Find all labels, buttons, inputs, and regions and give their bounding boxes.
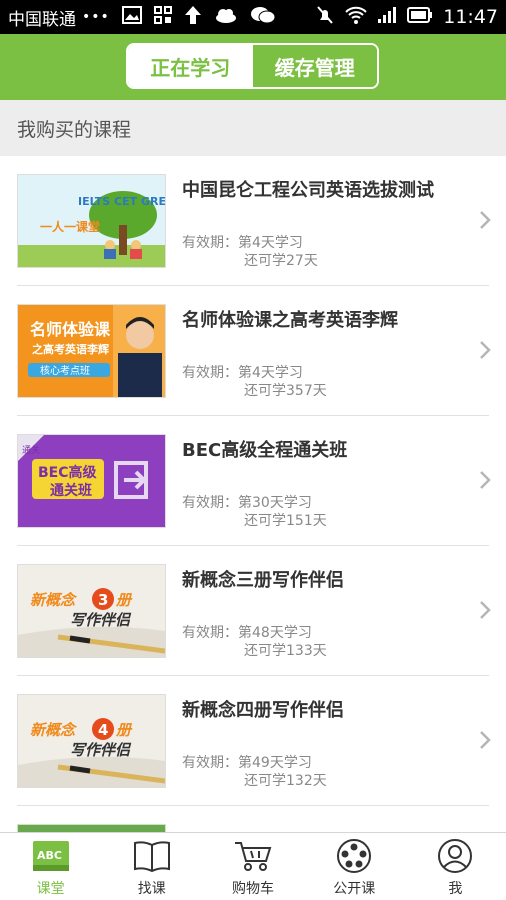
thumb-line1b: 册 [116, 591, 133, 609]
mute-icon [315, 5, 335, 30]
nav-label: 我 [448, 881, 463, 897]
course-thumbnail: 名师体验课 之高考英语李辉 核心考点班 [17, 304, 166, 398]
bottom-nav: ABC 课堂 找课 购物车 公开课 我 [0, 832, 506, 900]
course-thumbnail: 新概念 4 册 写作伴侣 [17, 694, 166, 788]
course-title: 新概念三册写作伴侣 [182, 570, 344, 591]
course-remaining: 还可学151天 [244, 513, 327, 529]
course-list: IELTS CET GRE 一人一课堂 中国昆仑工程公司英语选拔测试 有效期：第… [0, 156, 506, 832]
abc-icon-text: ABC [37, 849, 62, 862]
image-icon [121, 5, 142, 29]
tab-learning[interactable]: 正在学习 [128, 45, 253, 87]
chevron-right-icon [478, 598, 492, 622]
app-header: 正在学习 缓存管理 [0, 34, 506, 100]
open-book-icon [132, 838, 172, 874]
course-remaining: 还可学132天 [244, 773, 327, 789]
thumb-line1b: 册 [116, 721, 133, 739]
thumb-line1a: 新概念 [30, 591, 78, 609]
course-remaining: 还可学27天 [244, 253, 318, 269]
course-item-partial[interactable] [0, 806, 506, 832]
course-valid: 有效期：第48天学习 [182, 625, 312, 641]
course-valid: 有效期：第30天学习 [182, 495, 312, 511]
wechat-icon [250, 5, 276, 30]
person-icon [435, 838, 475, 874]
signal-bars-icon [377, 6, 397, 29]
course-remaining: 还可学357天 [244, 383, 327, 399]
thumb-words: IELTS CET GRE [78, 195, 165, 208]
thumb-line1: BEC高级 [38, 464, 98, 481]
course-remaining: 还可学133天 [244, 643, 327, 659]
signal-dots: ••• [82, 9, 110, 25]
thumb-num: 3 [98, 591, 108, 609]
course-thumbnail: 新概念 3 册 写作伴侣 [17, 564, 166, 658]
course-item[interactable]: IELTS CET GRE 一人一课堂 中国昆仑工程公司英语选拔测试 有效期：第… [0, 156, 506, 286]
thumb-line1: 名师体验课 [30, 320, 111, 339]
tab-cache-management[interactable]: 缓存管理 [252, 45, 377, 87]
thumb-line1a: 新概念 [30, 721, 78, 739]
course-title: 中国昆仑工程公司英语选拔测试 [182, 180, 434, 201]
course-valid: 有效期：第4天学习 [182, 235, 303, 251]
film-reel-icon [334, 838, 374, 874]
course-item[interactable]: 新概念 3 册 写作伴侣 新概念三册写作伴侣 有效期：第48天学习 还可学133… [0, 546, 506, 676]
section-title: 我购买的课程 [17, 118, 132, 141]
nav-label: 找课 [137, 881, 166, 897]
course-valid: 有效期：第49天学习 [182, 755, 312, 771]
chevron-right-icon [478, 338, 492, 362]
upload-arrow-icon [184, 5, 202, 30]
nav-label: 购物车 [232, 881, 274, 897]
thumb-line2: 写作伴侣 [70, 611, 132, 629]
course-item[interactable]: 名师体验课 之高考英语李辉 核心考点班 名师体验课之高考英语李辉 有效期：第4天… [0, 286, 506, 416]
grid-icon [153, 5, 172, 29]
course-thumbnail [17, 824, 166, 832]
cart-icon [233, 838, 273, 874]
app-screen: 中国联通 ••• 11:47 正在学习 缓存管理 我购买的课程 IELTS CE… [0, 0, 506, 900]
status-right: 11:47 [315, 0, 498, 34]
segmented-control: 正在学习 缓存管理 [126, 43, 379, 89]
thumb-line2: 之高考英语李辉 [32, 342, 109, 356]
thumb-num: 4 [98, 721, 108, 739]
nav-label: 公开课 [333, 881, 376, 897]
course-thumbnail: IELTS CET GRE 一人一课堂 [17, 174, 166, 268]
battery-icon [407, 6, 433, 28]
weather-icon [214, 6, 238, 29]
course-title: 名师体验课之高考英语李辉 [182, 310, 398, 331]
thumb-banner: 一人一课堂 [40, 219, 100, 234]
clock: 11:47 [443, 6, 498, 28]
nav-me[interactable]: 我 [405, 833, 506, 900]
status-bar: 中国联通 ••• 11:47 [0, 0, 506, 34]
nav-classroom[interactable]: ABC 课堂 [0, 833, 101, 900]
thumb-line2: 通关班 [50, 482, 92, 499]
chevron-right-icon [478, 468, 492, 492]
carrier-name: 中国联通 [8, 9, 76, 30]
thumb-corner: 通关 [22, 444, 40, 456]
course-item[interactable]: 新概念 4 册 写作伴侣 新概念四册写作伴侣 有效期：第49天学习 还可学132… [0, 676, 506, 806]
wifi-icon [345, 6, 367, 29]
nav-find-course[interactable]: 找课 [101, 833, 202, 900]
course-item[interactable]: 通关 BEC高级 通关班 BEC高级全程通关班 有效期：第30天学习 还可学15… [0, 416, 506, 546]
nav-open-course[interactable]: 公开课 [304, 833, 405, 900]
course-valid: 有效期：第4天学习 [182, 365, 303, 381]
course-thumbnail: 通关 BEC高级 通关班 [17, 434, 166, 528]
course-title: BEC高级全程通关班 [182, 440, 348, 461]
course-title: 新概念四册写作伴侣 [182, 700, 344, 721]
chevron-right-icon [478, 728, 492, 752]
nav-label: 课堂 [36, 881, 65, 897]
chevron-right-icon [478, 208, 492, 232]
thumb-line3: 核心考点班 [40, 364, 90, 377]
section-header: 我购买的课程 [0, 100, 506, 156]
abc-book-icon: ABC [31, 838, 71, 874]
nav-cart[interactable]: 购物车 [202, 833, 303, 900]
thumb-line2: 写作伴侣 [70, 741, 132, 759]
